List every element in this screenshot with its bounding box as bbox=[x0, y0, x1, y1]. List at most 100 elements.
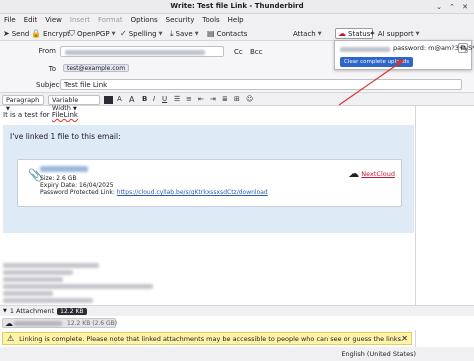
menu-security[interactable]: Security bbox=[166, 16, 195, 24]
attachment-list: ☁ 12.2 KB (2.6 GB) bbox=[0, 316, 474, 330]
to-label: To bbox=[48, 65, 56, 73]
bold-icon[interactable]: B bbox=[142, 95, 147, 103]
menu-bar: File Edit View Insert Format Options Sec… bbox=[0, 14, 474, 26]
attach-button[interactable]: Attach ▼ bbox=[293, 28, 322, 39]
bullet-list-icon[interactable]: ☰ bbox=[174, 95, 180, 103]
numbered-list-icon[interactable]: ≡ bbox=[186, 95, 192, 103]
send-icon: ➤ bbox=[3, 29, 10, 38]
menu-file[interactable]: File bbox=[4, 16, 16, 24]
paragraph-format-select[interactable]: Paragraph ▼ bbox=[2, 95, 44, 112]
paragraph-format-value: Paragraph bbox=[6, 96, 40, 104]
italic-icon[interactable]: I bbox=[153, 95, 155, 103]
attachment-item[interactable]: ☁ 12.2 KB (2.6 GB) bbox=[2, 318, 118, 328]
cloud-file-name-redacted[interactable] bbox=[40, 166, 88, 172]
copy-icon[interactable]: ⧉ bbox=[458, 43, 468, 53]
status-button[interactable]: ☁ Status bbox=[335, 28, 374, 39]
openpgp-label: OpenPGP bbox=[77, 29, 110, 38]
body-first-line[interactable]: It is a test for FileLink bbox=[3, 111, 78, 119]
indent-icon[interactable]: ⇥ bbox=[210, 95, 216, 103]
body-line-filelink: FileLink bbox=[51, 111, 78, 119]
spelling-label: Spelling bbox=[128, 29, 157, 38]
uploaded-file-name-redacted bbox=[340, 47, 390, 52]
encrypt-button[interactable]: 🔒 Encrypt bbox=[31, 28, 70, 39]
text-color-button[interactable] bbox=[104, 96, 113, 104]
from-field[interactable] bbox=[60, 46, 224, 57]
insert-icon[interactable]: ⊞ bbox=[234, 95, 240, 103]
menu-format[interactable]: Format bbox=[98, 16, 123, 24]
close-notification-button[interactable]: ✕ bbox=[401, 334, 408, 343]
subject-input[interactable]: Test file Link bbox=[60, 79, 462, 90]
clear-uploads-button[interactable]: Clear complete uploads bbox=[340, 57, 414, 67]
openpgp-button[interactable]: ⛉ OpenPGP ▼ bbox=[69, 28, 115, 39]
chevron-down-icon: ▼ bbox=[3, 308, 7, 314]
increase-font-icon[interactable]: A bbox=[129, 95, 134, 104]
notification-message: Linking is complete. Please note that li… bbox=[19, 334, 404, 343]
attachment-name-redacted bbox=[14, 321, 62, 326]
signature-line-redacted bbox=[3, 277, 63, 282]
shield-icon: ⛉ bbox=[69, 28, 75, 38]
attachment-bar[interactable]: ▼ 1 Attachment 12.2 KB bbox=[0, 305, 474, 316]
bcc-button[interactable]: Bcc bbox=[250, 48, 263, 56]
recipient-pill[interactable]: test@example.com bbox=[63, 64, 130, 72]
window-controls: ⌄ ⌃ ✕ bbox=[434, 2, 470, 12]
save-button[interactable]: ⤓ Save ▼ bbox=[170, 28, 199, 39]
title-bar: Write: Test file Link - Thunderbird ⌄ ⌃ … bbox=[0, 0, 474, 14]
spelling-button[interactable]: ✓ Spelling ▼ bbox=[120, 28, 162, 39]
spellcheck-icon: ✓ bbox=[120, 29, 127, 38]
cloud-provider: ☁ NextCloud bbox=[348, 167, 395, 180]
menu-edit[interactable]: Edit bbox=[24, 16, 38, 24]
cloud-attachment-box: I've linked 1 file to this email: 📎 Size… bbox=[3, 125, 414, 233]
cloud-file-link-row: Password Protected Link: https://cloud.c… bbox=[40, 189, 268, 196]
signature-line-redacted bbox=[3, 298, 93, 303]
cloud-provider-link[interactable]: NextCloud bbox=[361, 170, 395, 178]
format-toolbar: Paragraph ▼ Variable Width ▼ A A B I U ☰… bbox=[0, 92, 474, 112]
attachment-item-size: 12.2 KB (2.6 GB) bbox=[67, 320, 118, 327]
minimize-button[interactable]: ⌄ bbox=[434, 2, 444, 12]
cloud-icon: ☁ bbox=[5, 319, 13, 328]
contacts-icon: ▤ bbox=[207, 29, 215, 38]
maximize-button[interactable]: ⌃ bbox=[447, 2, 457, 12]
menu-options[interactable]: Options bbox=[131, 16, 158, 24]
menu-insert[interactable]: Insert bbox=[70, 16, 90, 24]
chevron-down-icon: ▼ bbox=[111, 30, 116, 37]
contacts-label: Contacts bbox=[216, 29, 248, 38]
language-indicator[interactable]: English (United States) bbox=[341, 350, 416, 358]
status-label: Status bbox=[348, 29, 371, 38]
upload-status-popup: password: m@am?3+yS* ⧉ Clear complete up… bbox=[334, 40, 474, 70]
font-select[interactable]: Variable Width ▼ bbox=[48, 95, 100, 112]
cloud-file-link[interactable]: https://cloud.cyllab.be/s/gKtrkxssxsdCtz… bbox=[117, 189, 268, 196]
cloud-file-size: Size: 2.6 GB bbox=[40, 175, 77, 182]
align-icon[interactable]: ≣ bbox=[222, 95, 228, 103]
warning-icon: ⚠ bbox=[7, 334, 15, 343]
chevron-down-icon: ▼ bbox=[415, 30, 420, 37]
send-button[interactable]: ➤ Send bbox=[3, 28, 29, 39]
compose-toolbar: ➤ Send 🔒 Encrypt ⛉ OpenPGP ▼ ✓ Spelling … bbox=[0, 26, 474, 41]
cc-button[interactable]: Cc bbox=[234, 48, 243, 56]
emoji-icon[interactable]: ☺ bbox=[246, 95, 253, 103]
decrease-font-icon[interactable]: A bbox=[117, 95, 122, 103]
download-icon: ⤓ bbox=[170, 28, 174, 38]
cloud-file-link-label: Password Protected Link: bbox=[40, 189, 117, 196]
outdent-icon[interactable]: ⇤ bbox=[198, 95, 204, 103]
chevron-down-icon: ▼ bbox=[158, 30, 163, 37]
subject-value: Test file Link bbox=[64, 81, 108, 89]
signature-line-redacted bbox=[3, 263, 99, 268]
window-title: Write: Test file Link - Thunderbird bbox=[170, 2, 304, 10]
menu-tools[interactable]: Tools bbox=[202, 16, 219, 24]
body-line-prefix: It is a test for bbox=[3, 111, 52, 119]
attachment-total-size: 12.2 KB bbox=[57, 307, 87, 315]
cloud-attachment-card: 📎 Size: 2.6 GB Expiry Date: 16/04/2025 P… bbox=[17, 159, 402, 207]
chevron-down-icon: ▼ bbox=[194, 30, 199, 37]
subject-label: Subject bbox=[36, 81, 63, 89]
underline-icon[interactable]: U bbox=[162, 95, 167, 103]
menu-help[interactable]: Help bbox=[228, 16, 244, 24]
cloud-file-expiry: Expiry Date: 16/04/2025 bbox=[40, 182, 114, 189]
chevron-down-icon: ▼ bbox=[317, 30, 322, 37]
contacts-button[interactable]: ▤ Contacts bbox=[207, 28, 247, 39]
signature-line-redacted bbox=[3, 270, 73, 275]
from-identity-redacted bbox=[65, 50, 205, 55]
menu-view[interactable]: View bbox=[45, 16, 62, 24]
close-button[interactable]: ✕ bbox=[460, 2, 470, 12]
ai-support-button[interactable]: ✦ AI support ▼ bbox=[369, 28, 420, 39]
cloud-icon: ☁ bbox=[348, 167, 360, 180]
